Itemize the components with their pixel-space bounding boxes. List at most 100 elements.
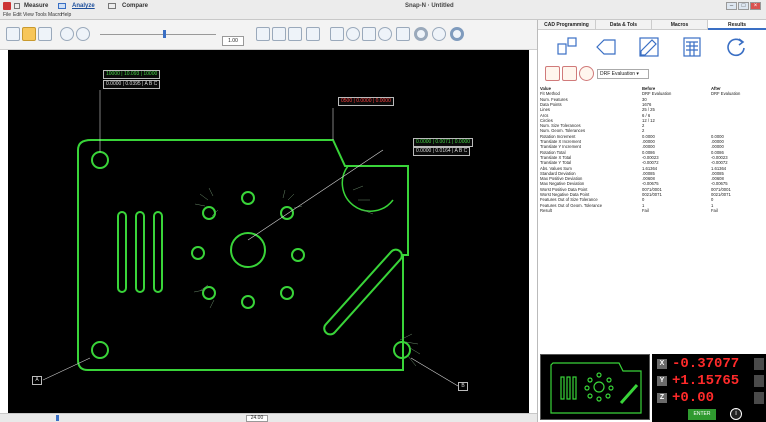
status-bar: 24.00 [0,413,537,422]
thumbnail-drawing [550,362,642,414]
slot-1 [117,211,127,293]
open-folder-icon[interactable] [22,27,36,41]
dro-x-side-button[interactable] [754,358,764,370]
construct-circle-icon[interactable] [346,27,360,41]
dro-y-zero-button[interactable]: Y [657,376,667,386]
construct-arc-icon[interactable] [362,27,376,41]
bolt-hole-6 [202,286,216,300]
refresh-icon[interactable] [725,36,747,58]
datum-a-label[interactable]: A [32,376,42,385]
app-title: Snap-N · Untitled [405,3,454,9]
grid-icon[interactable] [288,27,302,41]
bolt-hole-7 [191,246,205,260]
bolt-hole-4 [280,286,294,300]
tab-results[interactable]: Results [708,20,766,30]
axis-icon[interactable] [562,66,577,81]
callout-top-left-1[interactable]: 10000 | 10.093 | 10000 [103,70,161,79]
hole-bottom-left [91,341,109,359]
part-thumbnail[interactable] [540,354,650,420]
tab-cad-programming[interactable]: CAD Programming [538,20,596,30]
edit-icon[interactable] [638,36,660,58]
tab-compare[interactable]: Compare [122,3,148,9]
results-cell: Result [540,207,552,213]
callout-top-left-2[interactable]: 0.0000 | 0.0395 | A B C [103,80,161,89]
fit-view-icon[interactable] [306,27,320,41]
dro-y-row: Y +1.15765 [654,373,764,389]
save-icon[interactable] [38,27,52,41]
dro-z-side-button[interactable] [754,392,764,404]
part-drawing [42,90,459,387]
center-bore [230,232,266,268]
bolt-hole-2 [280,206,294,220]
status-value-field[interactable]: 24.00 [246,415,268,422]
new-file-icon[interactable] [6,27,20,41]
dro-y-side-button[interactable] [754,375,764,387]
callout-text: 0.0000 | 0.0071 | 0.0000 [416,139,471,145]
circle-tool-icon[interactable] [378,27,392,41]
calculator-icon[interactable] [681,36,703,58]
menu-edit[interactable]: Edit [13,12,22,18]
menu-view[interactable]: View [23,12,34,18]
bolt-hole-5 [241,295,255,309]
callout-text: 0.0000 | 0.0395 | A B C [106,81,158,87]
tab-measure[interactable]: Measure [24,3,48,9]
callout-text: 10000 | 10.093 | 10000 [106,71,158,77]
dro-x-zero-button[interactable]: X [657,359,667,369]
callout-top-mid[interactable]: 0500 | 0.0000 | 0.0000 [338,97,394,106]
dro-z-zero-button[interactable]: Z [657,393,667,403]
ring-tool-icon[interactable] [414,27,428,41]
maximize-icon[interactable]: □ [738,2,749,10]
title-bar: Measure Analyze Compare Snap-N · Untitle… [0,0,766,20]
slot-2 [135,211,145,293]
zoom-in-icon[interactable] [60,27,74,41]
menu-tools[interactable]: Tools [35,12,47,18]
zoom-slider-thumb[interactable] [163,30,166,38]
menu-file[interactable]: File [3,12,11,18]
datum-b-label[interactable]: B [458,382,468,391]
minimize-icon[interactable]: – [726,2,737,10]
dro-x-value: -0.37077 [672,356,740,372]
zoom-value-field[interactable]: 1.00 [222,36,244,46]
close-icon[interactable]: × [750,2,761,10]
callout-right-2[interactable]: 0.0000 | 0.0164 | A B C [413,147,471,156]
refresh-small-icon[interactable] [579,66,594,81]
info-icon[interactable]: i [730,408,742,420]
dro-z-row: Z +0.00 [654,390,764,406]
hole-top-left [91,151,109,169]
bolt-hole-3 [291,248,305,262]
bar-chart-icon[interactable] [545,66,560,81]
arc-tool-icon[interactable] [432,27,446,41]
tab-macros[interactable]: Macros [652,20,708,30]
tab-analyze[interactable]: Analyze [72,3,95,9]
target-tool-icon[interactable] [450,27,464,41]
evaluation-select[interactable]: DRF Evaluation ▾ [597,69,649,79]
dro-enter-button[interactable]: ENTER [688,409,716,420]
callout-leaders [42,90,459,387]
diagonal-slot [323,248,403,336]
status-slider-thumb[interactable] [56,415,59,421]
main-toolbar: 1.00 [0,20,537,50]
app-logo-icon [3,2,11,10]
construct-line-icon[interactable] [330,27,344,41]
tag-icon[interactable] [595,36,617,58]
tab-data-tols[interactable]: Data & Tols [596,20,652,30]
callout-right-1[interactable]: 0.0000 | 0.0071 | 0.0000 [413,138,474,147]
dro-x-row: X -0.37077 [654,356,764,372]
measure-icon [14,3,20,9]
callout-text: 0.0000 | 0.0164 | A B C [416,148,468,154]
bolt-hole-8 [202,206,216,220]
undo-icon[interactable] [256,27,270,41]
square-tool-icon[interactable] [396,27,410,41]
results-row: Result Fail Fail [540,208,765,213]
datum-icon[interactable] [556,36,578,58]
analyze-icon [58,3,66,9]
results-cell: Fail [642,207,649,213]
zoom-out-icon[interactable] [76,27,90,41]
digital-readout: X -0.37077 Y +1.15765 Z +0.00 ENTER i [652,354,766,422]
results-cell: Fail [711,207,718,213]
compare-icon [108,3,116,9]
menu-help[interactable]: Help [61,12,71,18]
redo-icon[interactable] [272,27,286,41]
measurement-viewport[interactable]: 10000 | 10.093 | 10000 0.0000 | 0.0395 |… [8,50,529,413]
menu-macro[interactable]: Macro [48,12,62,18]
